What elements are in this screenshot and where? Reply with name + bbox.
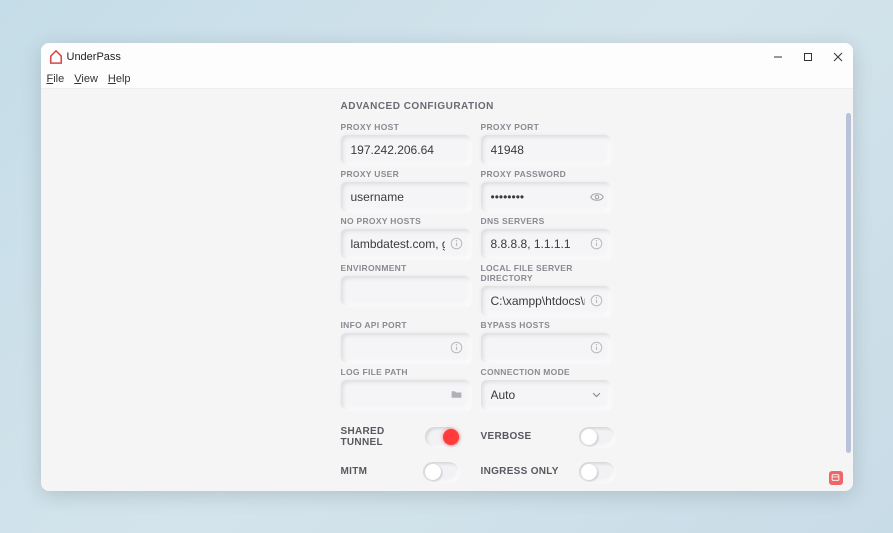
scrollbar-thumb[interactable] [846,113,851,453]
field-bypass-hosts: BYPASS HOSTS [481,320,615,363]
label-proxy-host: PROXY HOST [341,122,475,132]
window-title: UnderPass [67,51,121,63]
field-environment: ENVIRONMENT [341,263,475,316]
menu-view[interactable]: View [74,73,98,85]
close-button[interactable] [823,43,853,71]
label-environment: ENVIRONMENT [341,263,475,273]
label-bypass-hosts: BYPASS HOSTS [481,320,615,330]
close-icon [833,52,843,62]
switch-shared-tunnel[interactable] [425,427,459,447]
label-proxy-user: PROXY USER [341,169,475,179]
menu-file[interactable]: File [47,73,65,85]
toggle-verbose: VERBOSE [481,426,615,448]
switch-ingress-only[interactable] [579,462,615,482]
field-proxy-password: PROXY PASSWORD [481,169,615,212]
chevron-down-icon [590,388,604,402]
switch-mitm[interactable] [423,462,459,482]
field-log-file-path: LOG FILE PATH [341,367,475,410]
field-proxy-port: PROXY PORT [481,122,615,165]
maximize-button[interactable] [793,43,823,71]
info-icon[interactable] [590,237,604,251]
label-dns-servers: DNS SERVERS [481,216,615,226]
info-icon[interactable] [450,341,464,355]
label-log-file-path: LOG FILE PATH [341,367,475,377]
input-proxy-host[interactable] [341,135,471,165]
info-icon[interactable] [590,294,604,308]
field-no-proxy-hosts: NO PROXY HOSTS [341,216,475,259]
minimize-button[interactable] [763,43,793,71]
field-local-dir: LOCAL FILE SERVER DIRECTORY [481,263,615,316]
field-proxy-user: PROXY USER [341,169,475,212]
label-proxy-port: PROXY PORT [481,122,615,132]
toggles-grid: SHARED TUNNEL VERBOSE MITM INGRESS ONLY … [341,426,615,491]
label-local-dir: LOCAL FILE SERVER DIRECTORY [481,263,615,283]
folder-icon[interactable] [450,388,464,402]
toggle-mitm: MITM [341,462,459,482]
label-info-api-port: INFO API PORT [341,320,475,330]
input-proxy-port[interactable] [481,135,611,165]
menubar: File View Help [41,71,853,89]
app-window: UnderPass File View Help ADVANCED CONFIG… [41,43,853,491]
label-ingress-only: INGRESS ONLY [481,466,559,477]
label-shared-tunnel: SHARED TUNNEL [341,426,425,448]
field-proxy-host: PROXY HOST [341,122,475,165]
field-connection-mode: CONNECTION MODE Auto [481,367,615,410]
content-area: ADVANCED CONFIGURATION PROXY HOST PROXY … [41,89,853,491]
toggle-ingress-only: INGRESS ONLY [481,462,615,482]
switch-verbose[interactable] [579,427,615,447]
app-logo-icon [49,50,63,64]
toggle-shared-tunnel: SHARED TUNNEL [341,426,459,448]
maximize-icon [803,52,813,62]
minimize-icon [773,52,783,62]
input-environment[interactable] [341,276,471,306]
label-mitm: MITM [341,466,368,477]
field-info-api-port: INFO API PORT [341,320,475,363]
titlebar: UnderPass [41,43,853,71]
field-dns-servers: DNS SERVERS [481,216,615,259]
section-title: ADVANCED CONFIGURATION [341,101,853,112]
input-proxy-user[interactable] [341,182,471,212]
label-connection-mode: CONNECTION MODE [481,367,615,377]
info-icon[interactable] [590,341,604,355]
menu-help[interactable]: Help [108,73,131,85]
label-proxy-password: PROXY PASSWORD [481,169,615,179]
eye-icon[interactable] [590,190,604,204]
notification-badge-icon[interactable] [829,471,843,485]
config-form: PROXY HOST PROXY PORT PROXY USER PROXY P… [341,122,615,410]
label-verbose: VERBOSE [481,431,532,442]
label-no-proxy-hosts: NO PROXY HOSTS [341,216,475,226]
info-icon[interactable] [450,237,464,251]
window-controls [763,43,853,71]
